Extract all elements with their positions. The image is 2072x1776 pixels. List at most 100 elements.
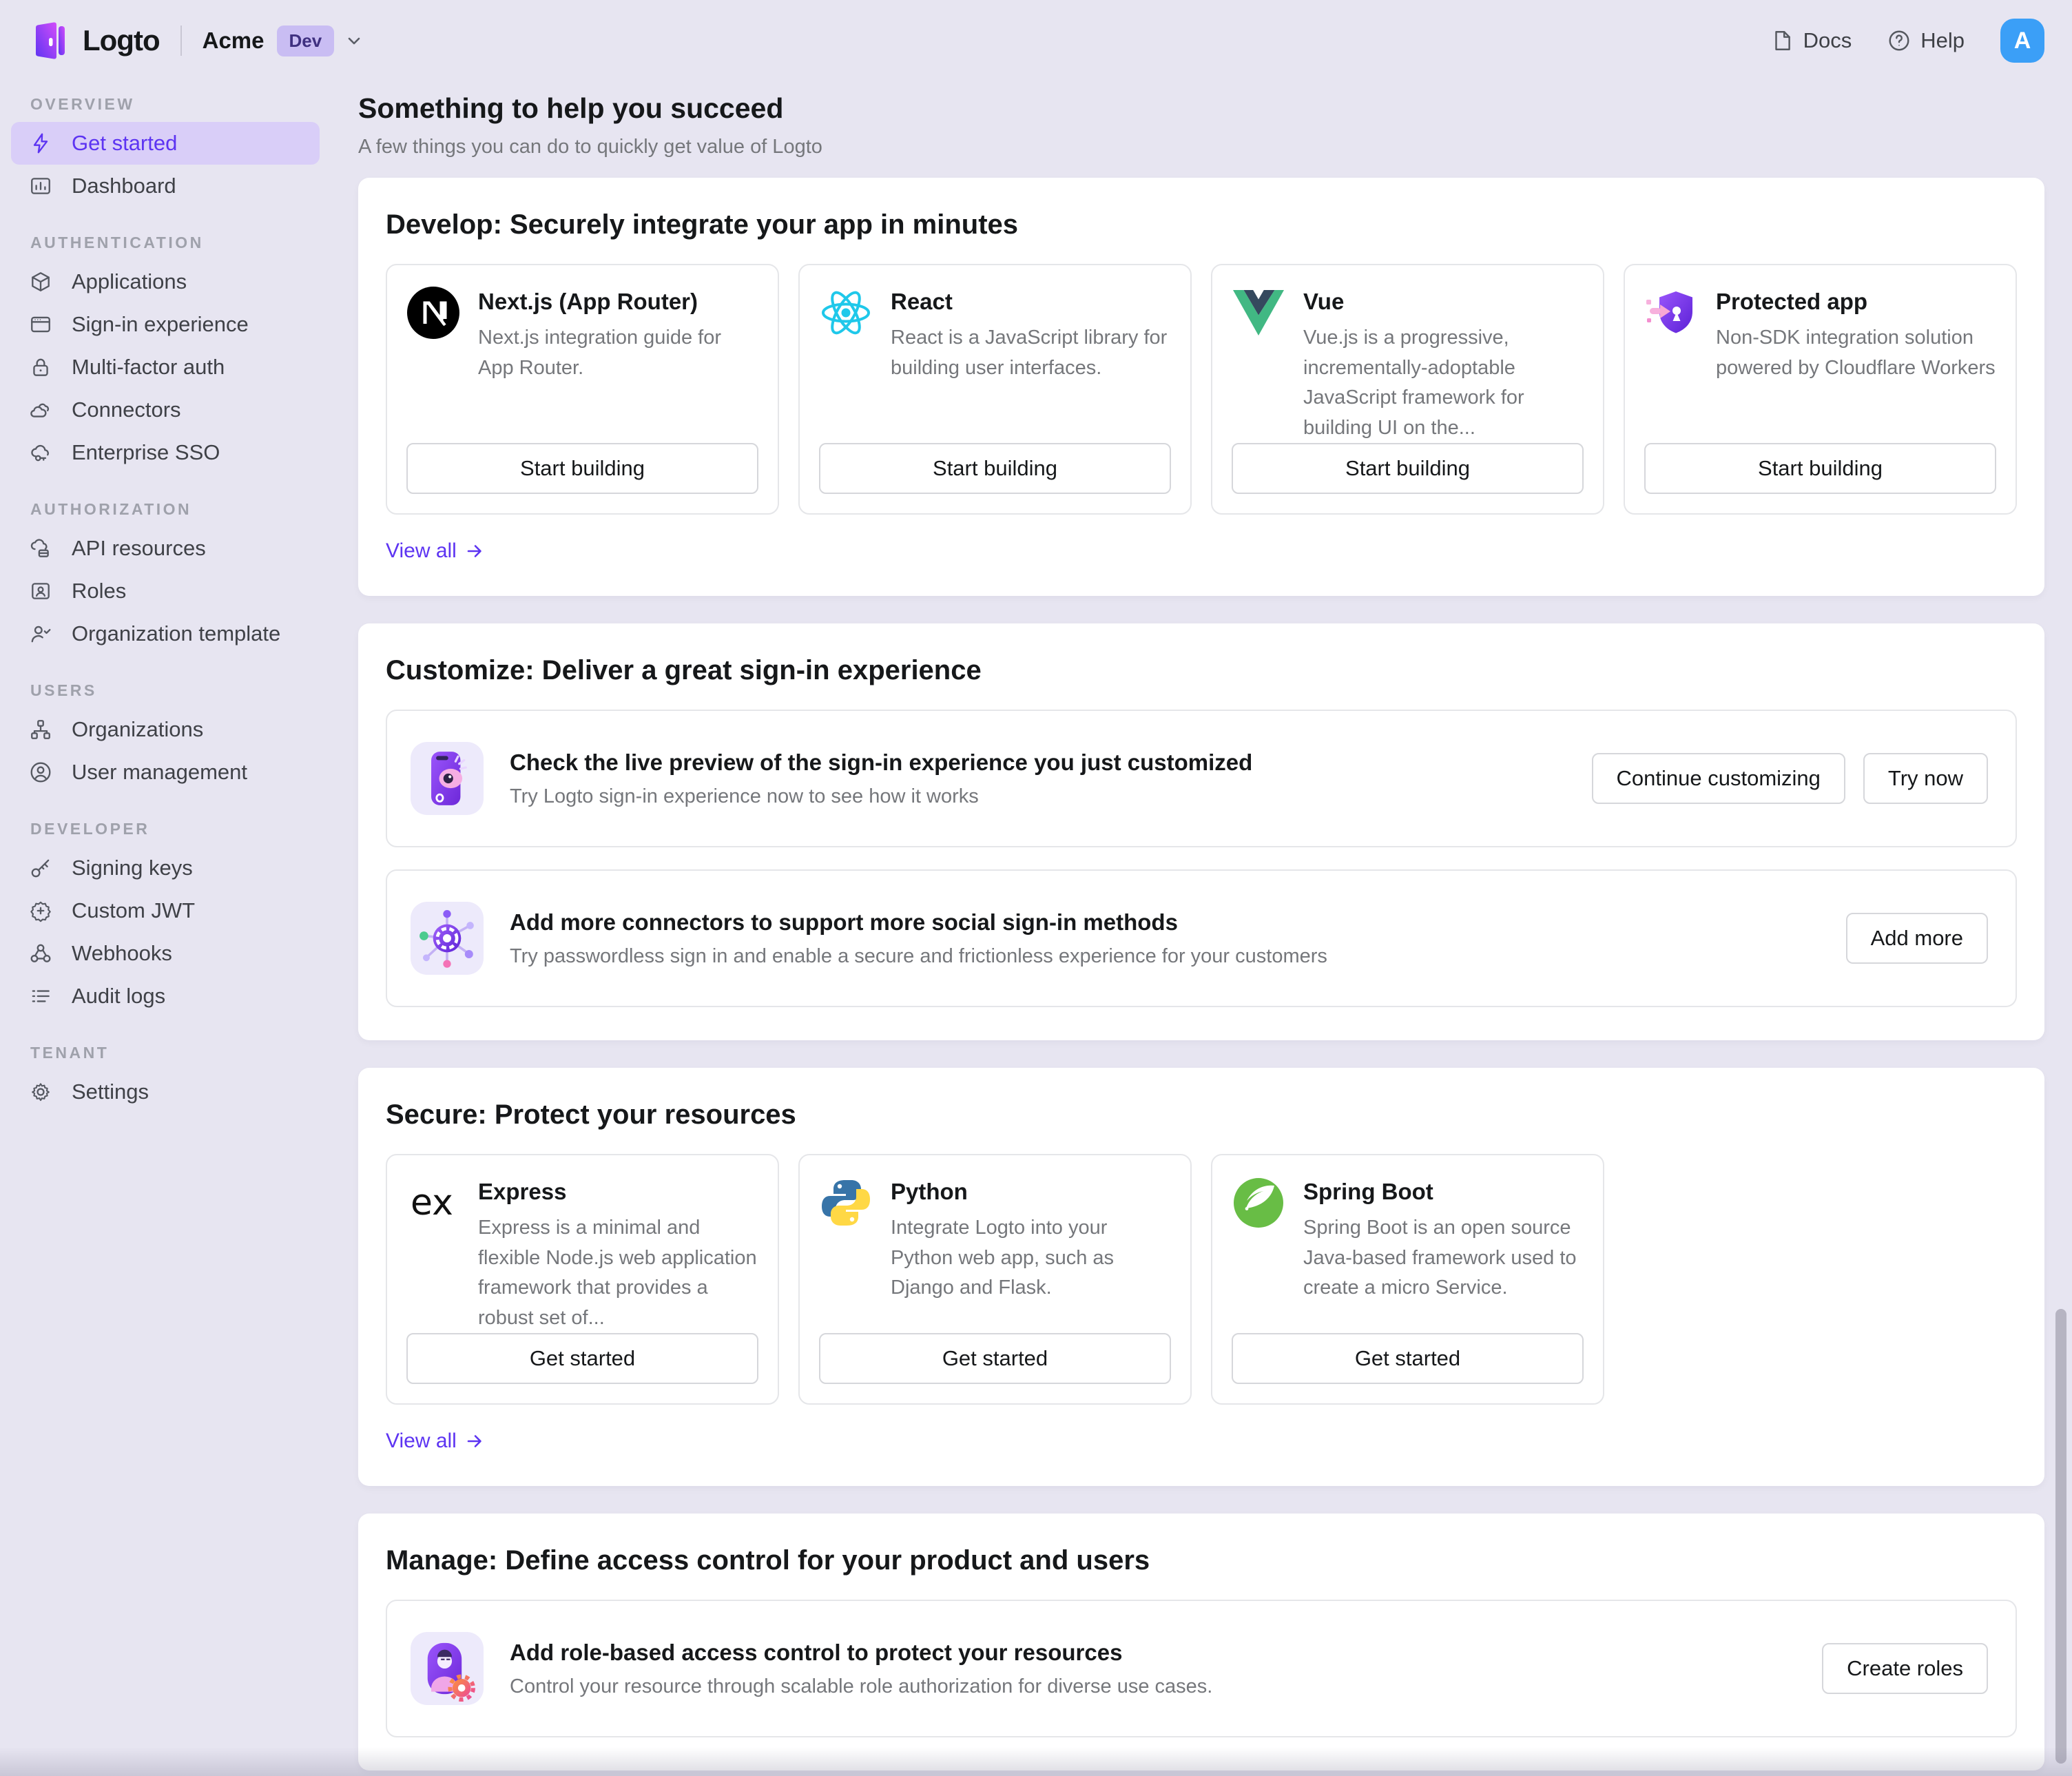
- sidebar-section-overview: OVERVIEW: [30, 95, 320, 114]
- brand-name: Logto: [83, 24, 160, 57]
- arrow-right-icon: [465, 1432, 484, 1451]
- framework-card-react[interactable]: React React is a JavaScript library for …: [798, 264, 1192, 515]
- express-logo-icon: ex: [406, 1176, 460, 1230]
- add-more-button[interactable]: Add more: [1846, 913, 1988, 964]
- live-preview-subtitle: Try Logto sign-in experience now to see …: [510, 785, 1566, 808]
- chevron-down-icon: [344, 30, 364, 51]
- start-building-button[interactable]: Start building: [819, 443, 1171, 494]
- framework-card-title: React: [891, 286, 1171, 315]
- page-subtitle: A few things you can do to quickly get v…: [358, 136, 2044, 158]
- nextjs-logo-icon: [406, 286, 460, 340]
- secure-view-all-link[interactable]: View all: [386, 1429, 484, 1453]
- lock-icon: [29, 355, 52, 379]
- framework-card-vue[interactable]: Vue Vue.js is a progressive, incremental…: [1211, 264, 1604, 515]
- framework-card-title: Spring Boot: [1303, 1176, 1584, 1205]
- docs-label: Docs: [1803, 28, 1852, 53]
- develop-panel-title: Develop: Securely integrate your app in …: [386, 209, 2017, 240]
- python-logo-icon: [819, 1176, 873, 1230]
- sidebar-section-developer: DEVELOPER: [30, 820, 320, 838]
- gear-icon: [29, 1080, 52, 1104]
- sidebar-item-webhooks[interactable]: Webhooks: [11, 932, 320, 975]
- framework-card-nextjs[interactable]: Next.js (App Router) Next.js integration…: [386, 264, 779, 515]
- user-circle-icon: [29, 761, 52, 784]
- topbar: Logto Acme Dev Docs Help A: [0, 0, 2072, 81]
- start-building-button[interactable]: Start building: [1644, 443, 1996, 494]
- try-now-button[interactable]: Try now: [1863, 753, 1988, 804]
- person-check-icon: [29, 622, 52, 646]
- clouds-icon: [29, 398, 52, 422]
- continue-customizing-button[interactable]: Continue customizing: [1592, 753, 1845, 804]
- key-icon: [29, 856, 52, 880]
- live-preview-title: Check the live preview of the sign-in ex…: [510, 750, 1566, 776]
- framework-card-description: Spring Boot is an open source Java-based…: [1303, 1213, 1584, 1303]
- docs-link[interactable]: Docs: [1770, 28, 1852, 53]
- develop-view-all-link[interactable]: View all: [386, 539, 484, 563]
- webhook-icon: [29, 942, 52, 965]
- sidebar-item-organization-template[interactable]: Organization template: [11, 612, 320, 655]
- page-title: Something to help you succeed: [358, 92, 2044, 125]
- framework-card-spring-boot[interactable]: Spring Boot Spring Boot is an open sourc…: [1211, 1154, 1604, 1405]
- tenant-selector[interactable]: Acme Dev: [203, 25, 365, 56]
- sidebar-section-authorization: AUTHORIZATION: [30, 500, 320, 519]
- sidebar-item-signing-keys[interactable]: Signing keys: [11, 847, 320, 889]
- add-connectors-subtitle: Try passwordless sign in and enable a se…: [510, 945, 1820, 968]
- sidebar-item-applications[interactable]: Applications: [11, 260, 320, 303]
- framework-card-title: Python: [891, 1176, 1171, 1205]
- manage-panel: Manage: Define access control for your p…: [358, 1514, 2044, 1770]
- vertical-scrollbar[interactable]: [2055, 1309, 2066, 1764]
- browser-window-icon: [29, 313, 52, 336]
- sidebar-item-user-management[interactable]: User management: [11, 751, 320, 794]
- connector-hub-illustration-icon: [411, 902, 484, 975]
- framework-card-title: Protected app: [1716, 286, 1996, 315]
- sidebar-item-roles[interactable]: Roles: [11, 570, 320, 612]
- help-label: Help: [1920, 28, 1965, 53]
- get-started-button[interactable]: Get started: [406, 1333, 758, 1384]
- svg-text:ex: ex: [411, 1182, 453, 1223]
- sidebar-item-settings[interactable]: Settings: [11, 1071, 320, 1113]
- add-connectors-row: Add more connectors to support more soci…: [386, 869, 2017, 1007]
- framework-card-express[interactable]: ex Express Express is a minimal and flex…: [386, 1154, 779, 1405]
- develop-panel: Develop: Securely integrate your app in …: [358, 178, 2044, 596]
- get-started-button[interactable]: Get started: [1232, 1333, 1584, 1384]
- sidebar-item-dashboard[interactable]: Dashboard: [11, 165, 320, 207]
- framework-card-title: Vue: [1303, 286, 1584, 315]
- framework-card-title: Express: [478, 1176, 758, 1205]
- create-roles-button[interactable]: Create roles: [1822, 1643, 1988, 1694]
- sidebar-item-connectors[interactable]: Connectors: [11, 389, 320, 431]
- phone-preview-illustration-icon: [411, 742, 484, 815]
- lightning-icon: [29, 132, 52, 155]
- framework-card-python[interactable]: Python Integrate Logto into your Python …: [798, 1154, 1192, 1405]
- framework-card-protected-app[interactable]: Protected app Non-SDK integration soluti…: [1624, 264, 2017, 515]
- get-started-button[interactable]: Get started: [819, 1333, 1171, 1384]
- sidebar-item-api-resources[interactable]: API resources: [11, 527, 320, 570]
- framework-card-description: React is a JavaScript library for buildi…: [891, 323, 1171, 383]
- cloud-box-icon: [29, 537, 52, 560]
- org-chart-icon: [29, 718, 52, 741]
- logo[interactable]: Logto: [28, 21, 160, 61]
- manage-panel-title: Manage: Define access control for your p…: [386, 1545, 2017, 1576]
- sidebar-item-enterprise-sso[interactable]: Enterprise SSO: [11, 431, 320, 474]
- document-icon: [1770, 29, 1794, 52]
- avatar[interactable]: A: [2000, 19, 2044, 63]
- avatar-initial: A: [2014, 28, 2031, 54]
- sidebar-item-custom-jwt[interactable]: Custom JWT: [11, 889, 320, 932]
- list-icon: [29, 984, 52, 1008]
- cloud-key-icon: [29, 441, 52, 464]
- main-content: Something to help you succeed A few thin…: [331, 81, 2072, 1776]
- sidebar-item-multi-factor-auth[interactable]: Multi-factor auth: [11, 346, 320, 389]
- start-building-button[interactable]: Start building: [1232, 443, 1584, 494]
- live-preview-row: Check the live preview of the sign-in ex…: [386, 710, 2017, 847]
- sidebar-item-get-started[interactable]: Get started: [11, 122, 320, 165]
- sidebar-item-sign-in-experience[interactable]: Sign-in experience: [11, 303, 320, 346]
- rbac-row: Add role-based access control to protect…: [386, 1600, 2017, 1737]
- sidebar-item-organizations[interactable]: Organizations: [11, 708, 320, 751]
- develop-card-grid: Next.js (App Router) Next.js integration…: [386, 264, 2017, 515]
- question-circle-icon: [1887, 29, 1911, 52]
- rbac-title: Add role-based access control to protect…: [510, 1640, 1796, 1666]
- start-building-button[interactable]: Start building: [406, 443, 758, 494]
- sidebar-item-audit-logs[interactable]: Audit logs: [11, 975, 320, 1018]
- framework-card-description: Vue.js is a progressive, incrementally-a…: [1303, 323, 1584, 443]
- bar-chart-icon: [29, 174, 52, 198]
- spring-boot-logo-icon: [1232, 1176, 1285, 1230]
- help-link[interactable]: Help: [1887, 28, 1965, 53]
